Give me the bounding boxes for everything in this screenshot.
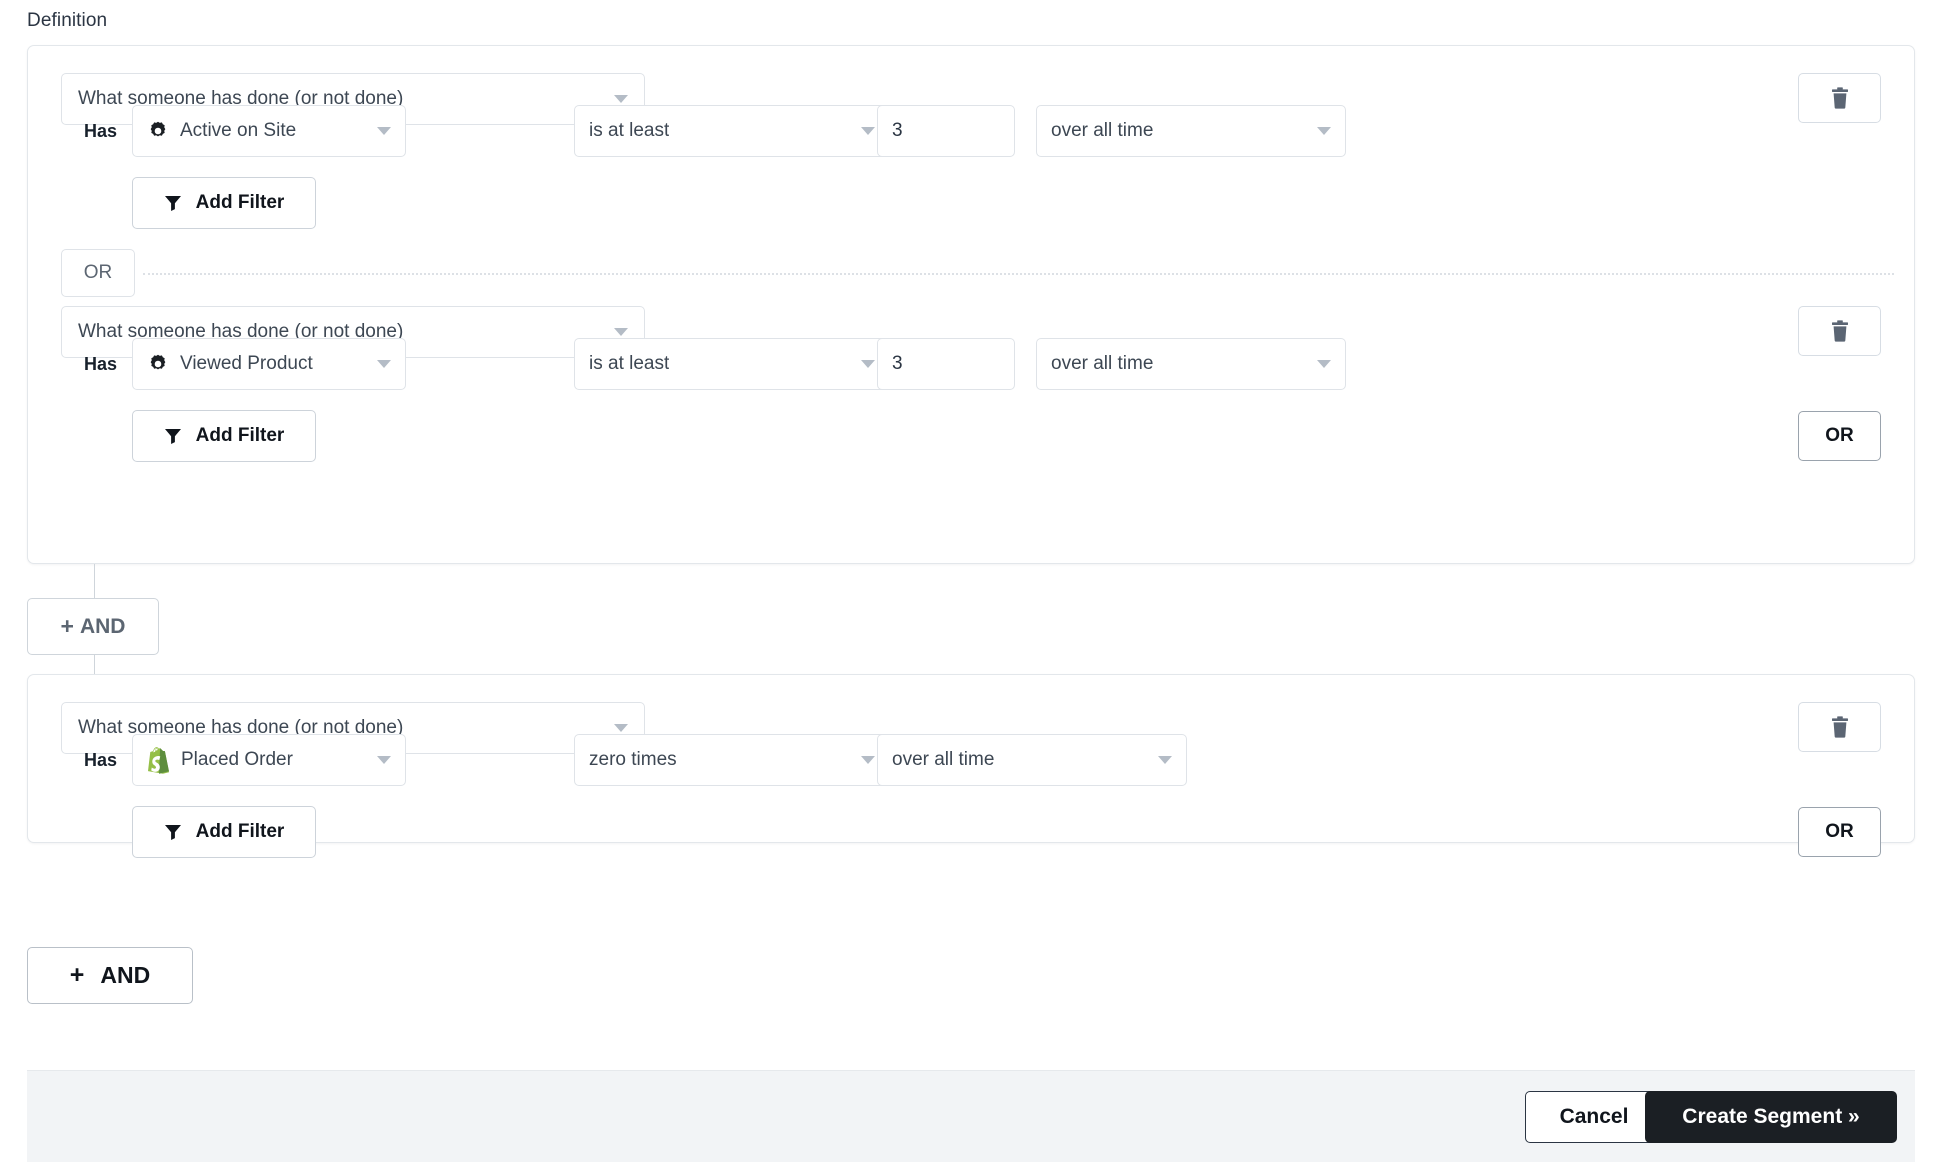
value-input-2[interactable]: 3 [877, 338, 1015, 390]
has-label-1: Has [84, 121, 118, 141]
operator-label-1: is at least [589, 120, 670, 141]
delete-condition-button-1[interactable] [1798, 73, 1881, 123]
operator-label-3: zero times [589, 749, 677, 770]
chevron-down-icon [1317, 360, 1331, 368]
has-label-2: Has [84, 354, 118, 374]
metric-label-1: Active on Site [180, 120, 297, 141]
add-filter-label-3: Add Filter [195, 821, 285, 842]
value-text-1: 3 [892, 120, 903, 141]
metric-label-2: Viewed Product [180, 353, 313, 374]
or-divider-line [143, 273, 1894, 275]
and-label-bottom: AND [100, 962, 151, 988]
operator-label-2: is at least [589, 353, 670, 374]
add-or-condition-button-1[interactable]: OR [1798, 411, 1881, 461]
timeframe-label-3: over all time [892, 749, 995, 770]
metric-select-2[interactable]: Viewed Product [132, 338, 406, 390]
funnel-icon [164, 429, 181, 444]
or-button-label-1: OR [1825, 425, 1854, 446]
chevron-down-icon [614, 724, 628, 732]
add-and-group-button-bottom[interactable]: + AND [27, 947, 193, 1004]
and-label-mid: AND [79, 614, 126, 638]
page-title: Definition [27, 10, 108, 31]
chevron-down-icon [377, 756, 391, 764]
condition-group-card-1: What someone has done (or not done) Has … [27, 45, 1915, 564]
trash-icon [1831, 87, 1848, 109]
or-divider-label: OR [83, 262, 113, 283]
add-filter-button-3[interactable]: Add Filter [132, 806, 316, 858]
timeframe-select-3[interactable]: over all time [877, 734, 1187, 786]
gear-icon [150, 354, 166, 370]
operator-select-1[interactable]: is at least [574, 105, 890, 157]
or-divider-badge[interactable]: OR [61, 249, 135, 297]
delete-condition-button-2[interactable] [1798, 306, 1881, 356]
trash-icon [1831, 716, 1848, 738]
metric-select-1[interactable]: Active on Site [132, 105, 406, 157]
gear-icon [150, 121, 166, 137]
plus-icon: + [69, 961, 85, 989]
shopify-icon [148, 746, 169, 774]
chevron-down-icon [861, 127, 875, 135]
group-connector-bottom [94, 655, 95, 675]
footer-bar: Cancel Create Segment » [27, 1070, 1915, 1162]
add-filter-button-1[interactable]: Add Filter [132, 177, 316, 229]
operator-select-2[interactable]: is at least [574, 338, 890, 390]
condition-group-card-2: What someone has done (or not done) Has … [27, 674, 1915, 858]
chevron-down-icon [861, 756, 875, 764]
chevron-down-icon [614, 95, 628, 103]
chevron-down-icon [1317, 127, 1331, 135]
chevron-down-icon [1158, 756, 1172, 764]
value-input-1[interactable]: 3 [877, 105, 1015, 157]
add-filter-label-2: Add Filter [195, 425, 285, 446]
operator-select-3[interactable]: zero times [574, 734, 890, 786]
timeframe-select-1[interactable]: over all time [1036, 105, 1346, 157]
chevron-down-icon [614, 328, 628, 336]
timeframe-label-1: over all time [1051, 120, 1154, 141]
create-segment-button[interactable]: Create Segment » [1645, 1091, 1897, 1143]
funnel-icon [164, 825, 181, 840]
chevron-down-icon [377, 360, 391, 368]
metric-label-3: Placed Order [181, 749, 293, 770]
segment-definition-page: Definition What someone has done (or not… [0, 0, 1938, 1162]
add-and-group-button-mid[interactable]: + AND [27, 598, 159, 655]
metric-select-3[interactable]: Placed Order [132, 734, 406, 786]
create-segment-button-label: Create Segment » [1682, 1105, 1860, 1128]
plus-icon: + [60, 613, 74, 639]
timeframe-select-2[interactable]: over all time [1036, 338, 1346, 390]
group-connector-top [94, 564, 95, 598]
funnel-icon [164, 196, 181, 211]
chevron-down-icon [861, 360, 875, 368]
trash-icon [1831, 320, 1848, 342]
cancel-button[interactable]: Cancel [1525, 1091, 1663, 1143]
timeframe-label-2: over all time [1051, 353, 1154, 374]
cancel-button-label: Cancel [1559, 1105, 1629, 1128]
add-or-condition-button-2[interactable]: OR [1798, 807, 1881, 857]
value-text-2: 3 [892, 353, 903, 374]
delete-condition-button-3[interactable] [1798, 702, 1881, 752]
add-filter-button-2[interactable]: Add Filter [132, 410, 316, 462]
has-label-3: Has [84, 750, 118, 770]
add-filter-label-1: Add Filter [195, 192, 285, 213]
chevron-down-icon [377, 127, 391, 135]
or-button-label-2: OR [1825, 821, 1854, 842]
